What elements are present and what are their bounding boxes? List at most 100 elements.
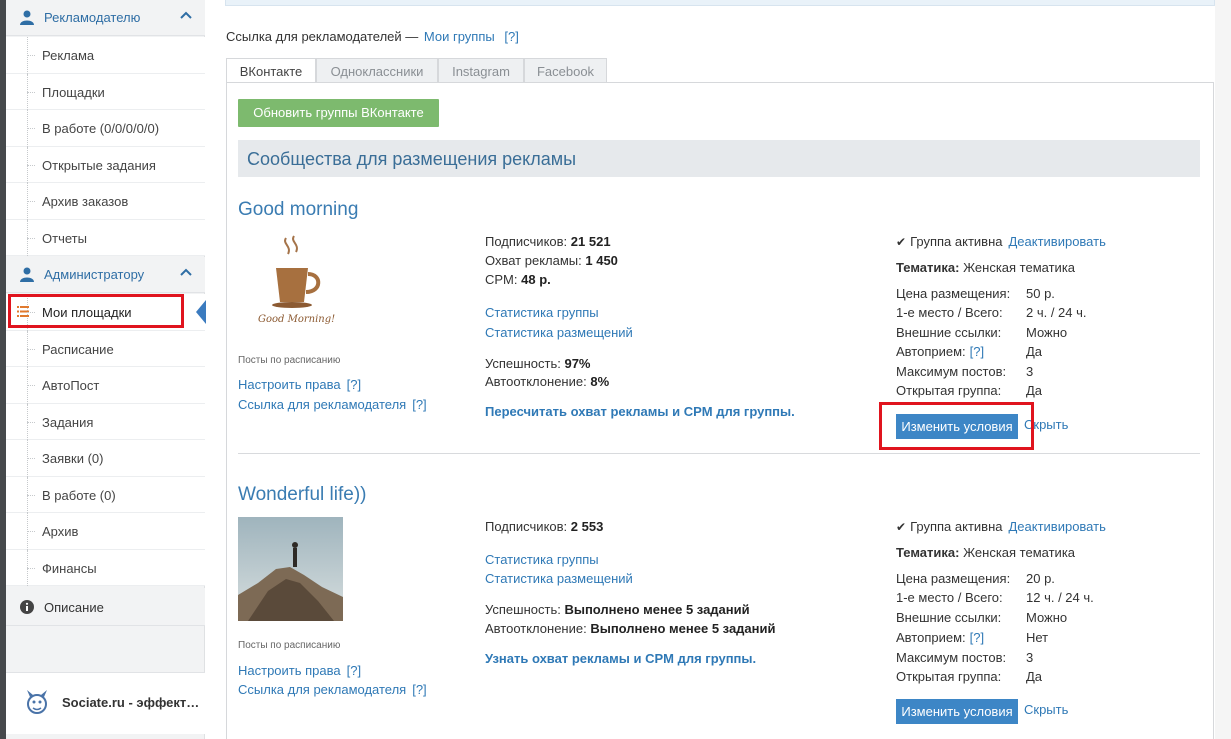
sidebar-item-requests[interactable]: Заявки (0) xyxy=(6,440,205,477)
group-name[interactable]: Good morning xyxy=(238,199,358,221)
sidebar-item-archive[interactable]: Архив xyxy=(6,513,205,550)
my-groups-link[interactable]: Мои группы xyxy=(424,29,495,44)
coffee-cup-image: Good Morning! xyxy=(238,232,343,336)
stat-value: 97% xyxy=(564,356,591,371)
sidebar-item-admin-in-progress[interactable]: В работе (0) xyxy=(6,476,205,513)
sidebar-item-autopost[interactable]: АвтоПост xyxy=(6,367,205,404)
deactivate-link[interactable]: Деактивировать xyxy=(1008,234,1105,249)
sidebar-section-advertiser[interactable]: Рекламодателю xyxy=(6,0,205,36)
condition-key: Автоприем: xyxy=(896,344,966,359)
placement-stats-link[interactable]: Статистика размещений xyxy=(485,325,633,340)
stat-value: 21 521 xyxy=(570,234,611,249)
promo-card[interactable]: Sociate.ru - эффект… xyxy=(6,672,205,734)
help-link[interactable]: [?] xyxy=(970,630,984,645)
tab-facebook[interactable]: Facebook xyxy=(524,58,607,83)
active-status-text: Группа активна xyxy=(910,519,1003,534)
condition-label: Внешние ссылки: xyxy=(896,325,1002,340)
sidebar-item-schedule[interactable]: Расписание xyxy=(6,330,205,367)
refresh-groups-button[interactable]: Обновить группы ВКонтакте xyxy=(238,99,439,127)
sidebar-item-label: Площадки xyxy=(42,84,105,100)
condition-label: 1-е место / Всего: xyxy=(896,305,1003,320)
advertiser-link[interactable]: Ссылка для рекламодателя xyxy=(238,397,406,412)
sidebar-item-open-tasks[interactable]: Открытые задания xyxy=(6,146,205,183)
change-conditions-button[interactable]: Изменить условия xyxy=(896,699,1018,724)
cpm-stat: CPM: 48 р. xyxy=(485,272,551,287)
sidebar-item-finances[interactable]: Финансы xyxy=(6,549,205,586)
chevron-up-icon[interactable] xyxy=(180,11,192,19)
sidebar-item-label: В работе (0/0/0/0/0) xyxy=(42,121,160,136)
stat-label: Автоотклонение: xyxy=(485,621,587,636)
group-stats-link[interactable]: Статистика группы xyxy=(485,552,599,567)
help-link[interactable]: [?] xyxy=(970,344,984,359)
active-status: ✔ Группа активна Деактивировать xyxy=(896,519,1106,534)
sidebar-item-label: Расписание xyxy=(42,341,114,357)
rights-link-row: Настроить права [?] xyxy=(238,663,361,678)
condition-value: 20 р. xyxy=(1026,571,1055,586)
advertiser-link[interactable]: Ссылка для рекламодателя xyxy=(238,682,406,697)
user-icon xyxy=(20,10,34,25)
sidebar-item-platforms[interactable]: Площадки xyxy=(6,73,205,110)
sidebar-item-order-archive[interactable]: Архив заказов xyxy=(6,183,205,220)
configure-rights-link[interactable]: Настроить права xyxy=(238,377,341,392)
condition-value: 3 xyxy=(1026,364,1034,379)
stat-label: Охват рекламы: xyxy=(485,253,582,268)
stat-value: 1 450 xyxy=(585,253,618,268)
condition-value: Да xyxy=(1026,344,1043,359)
sidebar-item-description[interactable]: Описание xyxy=(6,588,205,626)
condition-value: 3 xyxy=(1026,650,1034,665)
deactivate-link[interactable]: Деактивировать xyxy=(1008,519,1105,534)
placement-stats-link[interactable]: Статистика размещений xyxy=(485,571,633,586)
condition-label: Открытая группа: xyxy=(896,383,1002,398)
help-link[interactable]: [?] xyxy=(347,377,361,392)
sidebar-item-label: Описание xyxy=(44,600,104,615)
help-link[interactable]: [?] xyxy=(504,29,518,44)
topic-row: Тематика: Женская тематика xyxy=(896,260,1075,275)
condition-value: Да xyxy=(1026,669,1043,684)
subscribers-stat: Подписчиков: 2 553 xyxy=(485,519,603,534)
check-icon: ✔ xyxy=(896,235,907,249)
sidebar-item-label: Архив xyxy=(42,524,79,539)
condition-value: Можно xyxy=(1026,610,1068,625)
stat-value: 48 р. xyxy=(521,272,551,287)
recalculate-link[interactable]: Пересчитать охват рекламы и CPM для груп… xyxy=(485,404,795,419)
topic-label: Тематика: xyxy=(896,545,960,560)
condition-value: Нет xyxy=(1026,630,1049,645)
sidebar-item-reports[interactable]: Отчеты xyxy=(6,219,205,256)
scrollbar[interactable] xyxy=(1215,0,1231,739)
hide-link[interactable]: Скрыть xyxy=(1024,702,1068,717)
help-link[interactable]: [?] xyxy=(412,682,426,697)
subscribers-stat: Подписчиков: 21 521 xyxy=(485,234,611,249)
schedule-note: Посты по расписанию xyxy=(238,640,341,651)
condition-label: Цена размещения: xyxy=(896,571,1011,586)
sidebar-item-tasks[interactable]: Задания xyxy=(6,403,205,440)
tab-vkontakte[interactable]: ВКонтакте xyxy=(226,58,316,83)
sidebar-item-label: Отчеты xyxy=(42,230,87,246)
learn-reach-link[interactable]: Узнать охват рекламы и CPM для группы. xyxy=(485,651,756,666)
advertiser-link-prefix: Ссылка для рекламодателей — xyxy=(226,29,419,44)
group-name[interactable]: Wonderful life)) xyxy=(238,484,366,506)
tab-odnoklassniki[interactable]: Одноклассники xyxy=(316,58,438,83)
sidebar-item-label: АвтоПост xyxy=(42,378,100,393)
sidebar-item-label: Заявки (0) xyxy=(42,451,104,466)
sidebar-item-in-progress[interactable]: В работе (0/0/0/0/0) xyxy=(6,110,205,147)
help-link[interactable]: [?] xyxy=(412,397,426,412)
tab-instagram[interactable]: Instagram xyxy=(438,58,524,83)
rights-link-row: Настроить права [?] xyxy=(238,377,361,392)
stat-value: 2 553 xyxy=(570,519,604,534)
help-link[interactable]: [?] xyxy=(347,663,361,678)
sidebar-section-admin[interactable]: Администратору xyxy=(6,257,205,293)
group-stats-link[interactable]: Статистика группы xyxy=(485,305,599,320)
topic-row: Тематика: Женская тематика xyxy=(896,545,1075,560)
sidebar-item-ads[interactable]: Реклама xyxy=(6,37,205,74)
group-avatar xyxy=(238,517,343,621)
sidebar-item-label: В работе (0) xyxy=(42,487,116,503)
configure-rights-link[interactable]: Настроить права xyxy=(238,663,341,678)
condition-value: 50 р. xyxy=(1026,286,1055,301)
mountain-hiker-image xyxy=(238,517,343,621)
mascot-logo-icon xyxy=(27,690,47,714)
group-avatar: Good Morning! xyxy=(238,232,343,336)
condition-value: Да xyxy=(1026,383,1043,398)
chevron-up-icon[interactable] xyxy=(180,268,192,276)
active-status-text: Группа активна xyxy=(910,234,1003,249)
info-icon xyxy=(20,600,34,614)
